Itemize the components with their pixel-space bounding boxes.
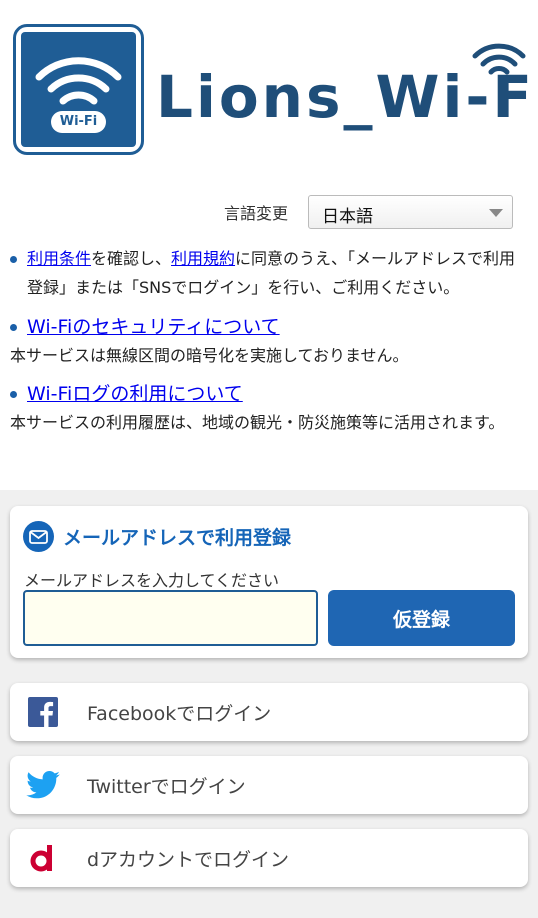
security-text: 本サービスは無線区間の暗号化を実施しておりません。 [10, 346, 409, 365]
notice-terms: 利用条件を確認し、利用規約に同意のうえ、「メールアドレスで利用登録」または「SN… [10, 244, 528, 302]
email-register-card: メールアドレスで利用登録 メールアドレスを入力してください 仮登録 [10, 506, 528, 658]
terms-link[interactable]: 利用条件 [27, 249, 91, 268]
language-selected: 日本語 [322, 207, 373, 227]
provisional-register-button[interactable]: 仮登録 [328, 590, 515, 646]
rules-link[interactable]: 利用規約 [171, 249, 235, 268]
language-row: 言語変更 日本語 [224, 195, 513, 229]
logo-badge-text: Wi-Fi [59, 114, 98, 129]
wifi-icon [35, 57, 122, 133]
facebook-login-label: Facebookでログイン [87, 702, 272, 725]
wifi-logo: Wi-Fi [13, 24, 144, 155]
twitter-login-button[interactable]: Twitterでログイン [10, 756, 528, 814]
chevron-down-icon [489, 209, 503, 217]
header: Wi-Fi Lions_Wi-Fi [0, 0, 538, 180]
login-panel: メールアドレスで利用登録 メールアドレスを入力してください 仮登録 Facebo… [0, 490, 538, 918]
notice-log: Wi-Fiログの利用について 本サービスの利用履歴は、地域の観光・防災施策等に活… [10, 379, 528, 436]
docomo-login-label: dアカウントでログイン [87, 848, 290, 871]
email-label: メールアドレスを入力してください [24, 571, 280, 590]
notice-security: Wi-Fiのセキュリティについて 本サービスは無線区間の暗号化を実施しておりませ… [10, 312, 528, 369]
register-title: メールアドレスで利用登録 [63, 527, 292, 549]
wifi-arc-icon [472, 43, 526, 75]
email-input[interactable] [23, 590, 318, 646]
log-link[interactable]: Wi-Fiログの利用について [27, 383, 243, 405]
bullet-icon [10, 391, 17, 398]
facebook-login-button[interactable]: Facebookでログイン [10, 683, 528, 741]
d-account-icon [12, 844, 74, 872]
bullet-icon [10, 324, 17, 331]
bullet-icon [10, 256, 17, 263]
docomo-login-button[interactable]: dアカウントでログイン [10, 829, 528, 887]
facebook-icon [12, 697, 74, 727]
language-select[interactable]: 日本語 [308, 195, 513, 229]
language-label: 言語変更 [223, 204, 288, 223]
security-link[interactable]: Wi-Fiのセキュリティについて [27, 316, 280, 338]
twitter-icon [12, 771, 74, 799]
twitter-login-label: Twitterでログイン [87, 775, 246, 798]
notices: 利用条件を確認し、利用規約に同意のうえ、「メールアドレスで利用登録」または「SN… [10, 244, 528, 446]
mail-icon [23, 521, 54, 552]
log-text: 本サービスの利用履歴は、地域の観光・防災施策等に活用されます。 [10, 413, 505, 432]
